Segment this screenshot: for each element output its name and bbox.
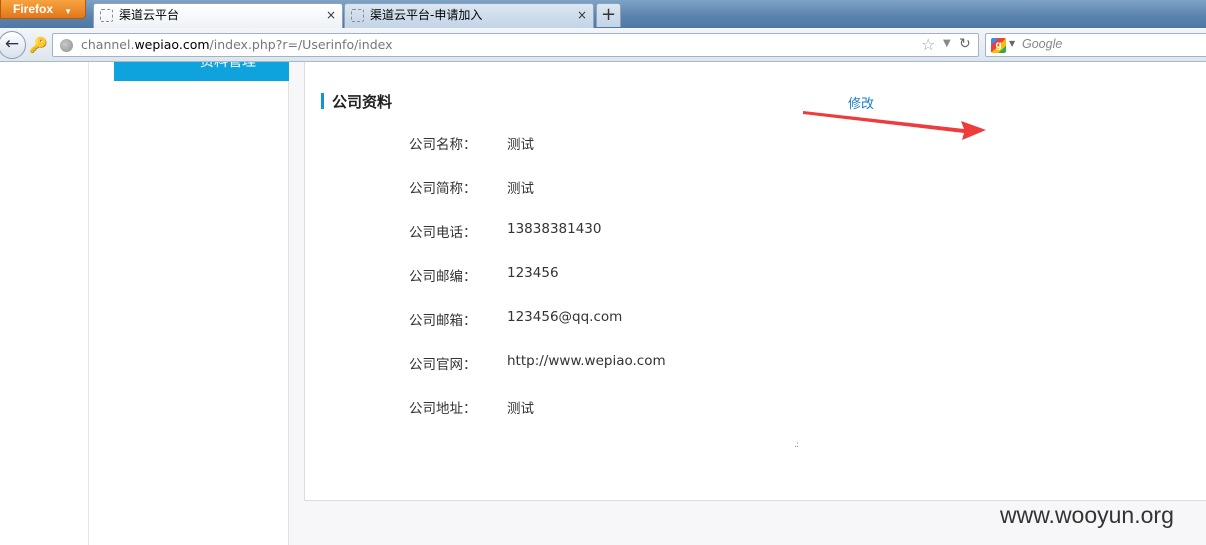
back-arrow-icon: ← [4, 34, 20, 54]
browser-tab[interactable]: 渠道云平台-申请加入 × [344, 3, 594, 28]
search-engine-dropdown-icon[interactable]: ▼ [1009, 39, 1015, 48]
left-rail [0, 62, 89, 545]
navigation-bar: ← 🔑 channel.wepiao.com/index.php?r=/User… [0, 28, 1206, 62]
chevron-down-icon: ▼ [64, 7, 72, 16]
field-label: 公司名称： [409, 137, 477, 153]
sidebar-item-profile-management[interactable]: 资料管理 [114, 62, 289, 81]
search-bar[interactable]: g ▼ Google [985, 33, 1206, 57]
tab-bar: Firefox ▼ 渠道云平台 × 渠道云平台-申请加入 × + [0, 0, 1206, 28]
resize-grip-icon[interactable]: .: [794, 440, 799, 450]
field-label: 公司邮编： [409, 269, 477, 285]
field-value: http://www.wepiao.com [507, 353, 666, 369]
page-content: 资料管理 公司资料 修改 公司名称： 测试 公司简称： 测试 公司电话： 138… [0, 62, 1206, 545]
watermark: www.wooyun.org [1000, 502, 1174, 528]
page-favicon-icon [100, 9, 113, 22]
field-value: 测试 [507, 401, 534, 417]
tab-close-icon[interactable]: × [326, 4, 336, 26]
company-info-panel: 公司资料 修改 公司名称： 测试 公司简称： 测试 公司电话： 13838381… [304, 62, 1206, 501]
sidebar-item-label: 资料管理 [200, 62, 256, 70]
page-favicon-icon [351, 9, 364, 22]
url-prefix: channel. [81, 37, 135, 52]
field-value: 测试 [507, 181, 534, 197]
bookmark-star-icon[interactable]: ☆ [921, 35, 935, 54]
reload-icon[interactable]: ↻ [959, 36, 971, 52]
tab-title: 渠道云平台 [119, 8, 180, 22]
field-value: 13838381430 [507, 221, 602, 237]
url-path: /index.php?r=/Userinfo/index [209, 37, 393, 52]
url-host: wepiao.com [134, 37, 210, 52]
url-text[interactable]: channel.wepiao.com/index.php?r=/Userinfo… [81, 37, 393, 52]
globe-icon [60, 39, 73, 52]
field-value: 123456@qq.com [507, 309, 623, 325]
back-button[interactable]: ← [0, 31, 26, 59]
firefox-menu-button[interactable]: Firefox ▼ [0, 0, 86, 19]
firefox-menu-label: Firefox [13, 2, 54, 16]
new-tab-button[interactable]: + [596, 3, 621, 27]
sidebar: 资料管理 [89, 62, 289, 545]
key-icon[interactable]: 🔑 [29, 36, 49, 54]
section-accent-bar [321, 93, 324, 109]
field-label: 公司电话： [409, 225, 477, 241]
tab-close-icon[interactable]: × [577, 4, 587, 26]
edit-link[interactable]: 修改 [848, 93, 874, 112]
history-dropdown-icon[interactable]: ▼ [943, 38, 951, 49]
section-title: 公司资料 [332, 93, 393, 111]
tab-title: 渠道云平台-申请加入 [370, 8, 483, 22]
search-input[interactable]: Google [1022, 37, 1062, 51]
field-label: 公司官网： [409, 357, 477, 373]
field-label: 公司简称： [409, 181, 477, 197]
address-bar[interactable]: channel.wepiao.com/index.php?r=/Userinfo… [52, 33, 979, 57]
field-value: 123456 [507, 265, 559, 281]
google-icon[interactable]: g [991, 38, 1006, 53]
field-value: 测试 [507, 137, 534, 153]
field-label: 公司地址： [409, 401, 477, 417]
browser-tab-active[interactable]: 渠道云平台 × [93, 3, 343, 28]
field-label: 公司邮箱： [409, 313, 477, 329]
